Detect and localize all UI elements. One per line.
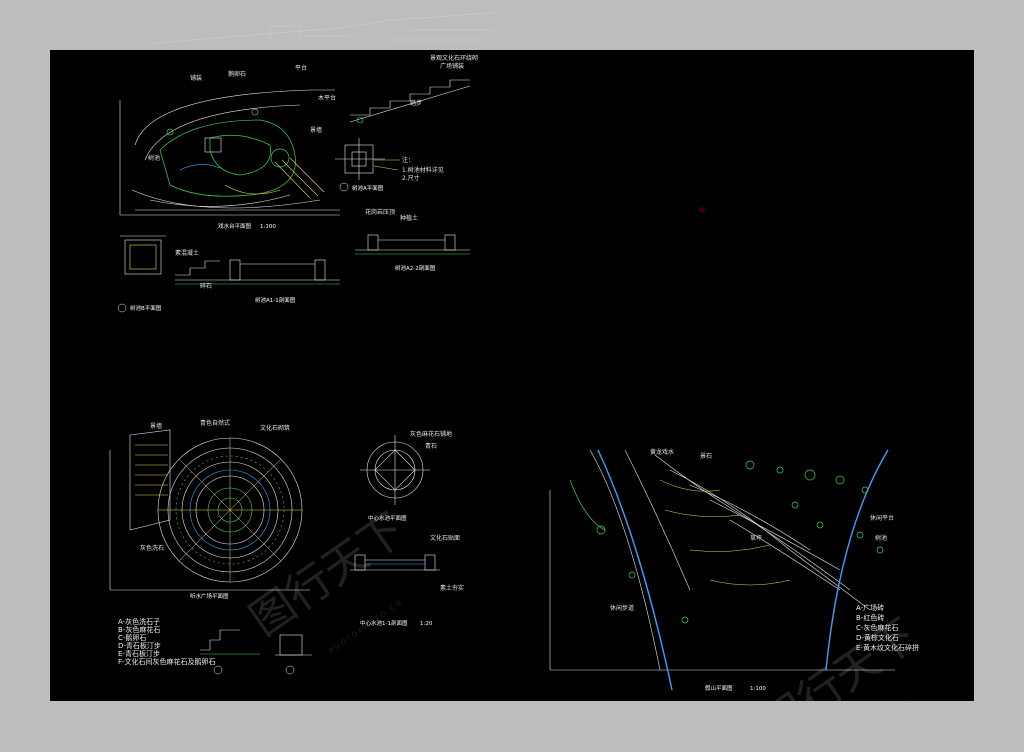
svg-text:素土夯实: 素土夯实 [440, 584, 464, 592]
svg-text:树池: 树池 [148, 154, 160, 162]
svg-text:文化石贴面: 文化石贴面 [430, 534, 460, 542]
svg-text:碎石: 碎石 [200, 282, 212, 290]
plan-title-1: 戏水台平面图 [218, 222, 252, 230]
svg-text:草坪: 草坪 [750, 534, 762, 542]
background-drawing-ghost [149, 10, 510, 46]
plan-title-5: 树池A1-1剖面图 [255, 296, 296, 304]
legend-right-item: A-广场砖 [856, 603, 884, 612]
svg-text:景墙: 景墙 [150, 422, 162, 430]
rockery-area-label: 黄龙戏水 [650, 448, 674, 456]
plan-scale-1: 1:100 [260, 224, 276, 230]
listening-plaza-plan: 景墙 青色自然式文化石砌筑灰色洗石 听水广场平面图 [109, 419, 310, 600]
legend-left-item: F-文化石间灰色麻花石及鹅卵石 [118, 657, 216, 666]
svg-text:广场铺装: 广场铺装 [440, 62, 464, 70]
watermark-cn-2: 图行天下 [753, 609, 926, 701]
svg-text:文化石砌筑: 文化石砌筑 [260, 424, 290, 432]
legend-left-item: B-灰色麻花石 [118, 625, 160, 634]
svg-text:灰色麻花石铺地: 灰色麻花石铺地 [410, 430, 452, 438]
legend-left-item: E-青石板汀步 [118, 649, 160, 658]
cad-drawing-sheet: 铺装 鹅卵石 平台 木平台 景墙 树池 戏水台平面图 1:100 景观文化石环绕砌 广场铺… [50, 50, 974, 701]
svg-text:2.尺寸: 2.尺寸 [402, 174, 420, 182]
svg-text:景墙: 景墙 [310, 126, 322, 134]
central-pool-plan: 灰色麻花石铺地青石 中心水池平面图 [360, 430, 452, 522]
plan-title-9: 假山平面图 [705, 684, 733, 692]
svg-text:灰色洗石: 灰色洗石 [140, 544, 164, 552]
watermark: 图行天下 PHOTOPHOTO.CN 图行天下 PHOTOPHOTO.CN [241, 503, 926, 701]
svg-text:花岗岩压顶: 花岗岩压顶 [365, 208, 395, 216]
legend-left-item: A-灰色洗石子 [118, 617, 160, 626]
tree-pit-a-plan: 注： 1.树池材料详见2.尺寸 树池A平面图 [335, 138, 444, 192]
tree-pit-a1-section: 素混凝土碎石 树池A1-1剖面图 [175, 249, 340, 304]
svg-text:种植土: 种植土 [400, 214, 418, 222]
bottom-details [200, 629, 312, 675]
svg-text:树池: 树池 [875, 534, 887, 542]
tree-pit-a-section: 花岗岩压顶种植土 树池A2-2剖面图 [355, 208, 470, 272]
svg-text:景观文化石环绕砌: 景观文化石环绕砌 [430, 54, 478, 62]
svg-text:踏步: 踏步 [410, 99, 422, 107]
svg-text:休闲步道: 休闲步道 [610, 604, 634, 612]
ghost-lines [149, 11, 501, 45]
plan-title-6: 听水广场平面图 [190, 592, 229, 600]
water-platform-plan: 铺装 鹅卵石 平台 木平台景墙树池 戏水台平面图 1:100 [119, 64, 340, 230]
legend-left-item: C-鹅卵石 [118, 633, 146, 642]
cad-drawing: 铺装鹅卵石平台 木平台景墙树池 戏水台平面图 1:100 景观文化石环绕砌广场铺… [109, 54, 926, 701]
legend-left-item: D-青石板汀步 [118, 641, 161, 650]
svg-text:素混凝土: 素混凝土 [175, 249, 199, 257]
svg-text:休闲平台: 休闲平台 [870, 514, 894, 522]
stair-section: 景观文化石环绕砌广场铺装踏步 [349, 54, 478, 124]
svg-text:注：: 注： [402, 156, 414, 164]
svg-text:青色自然式: 青色自然式 [200, 419, 230, 427]
plan-scale-8: 1:20 [420, 621, 433, 627]
svg-text:铺装: 铺装 [190, 74, 202, 82]
plan-title-3: 树池A2-2剖面图 [395, 264, 436, 272]
svg-text:景石: 景石 [700, 453, 712, 460]
svg-text:1.树池材料详见: 1.树池材料详见 [402, 166, 444, 174]
plan-title-2: 树池A平面图 [352, 184, 384, 192]
svg-text:鹅卵石: 鹅卵石 [228, 70, 246, 78]
plan-title-4: 树池B平面图 [130, 304, 162, 312]
legend-left: A-灰色洗石子 B-灰色麻花石 C-鹅卵石 D-青石板汀步 E-青石板汀步 F-… [118, 617, 216, 666]
plan-scale-9: 1:100 [750, 686, 766, 692]
svg-text:青石: 青石 [425, 442, 437, 450]
svg-text:木平台: 木平台 [318, 94, 336, 102]
svg-text:平台: 平台 [295, 64, 307, 72]
tree-pit-b-plan: 树池B平面图 [117, 235, 166, 313]
stray-mark [699, 207, 705, 213]
